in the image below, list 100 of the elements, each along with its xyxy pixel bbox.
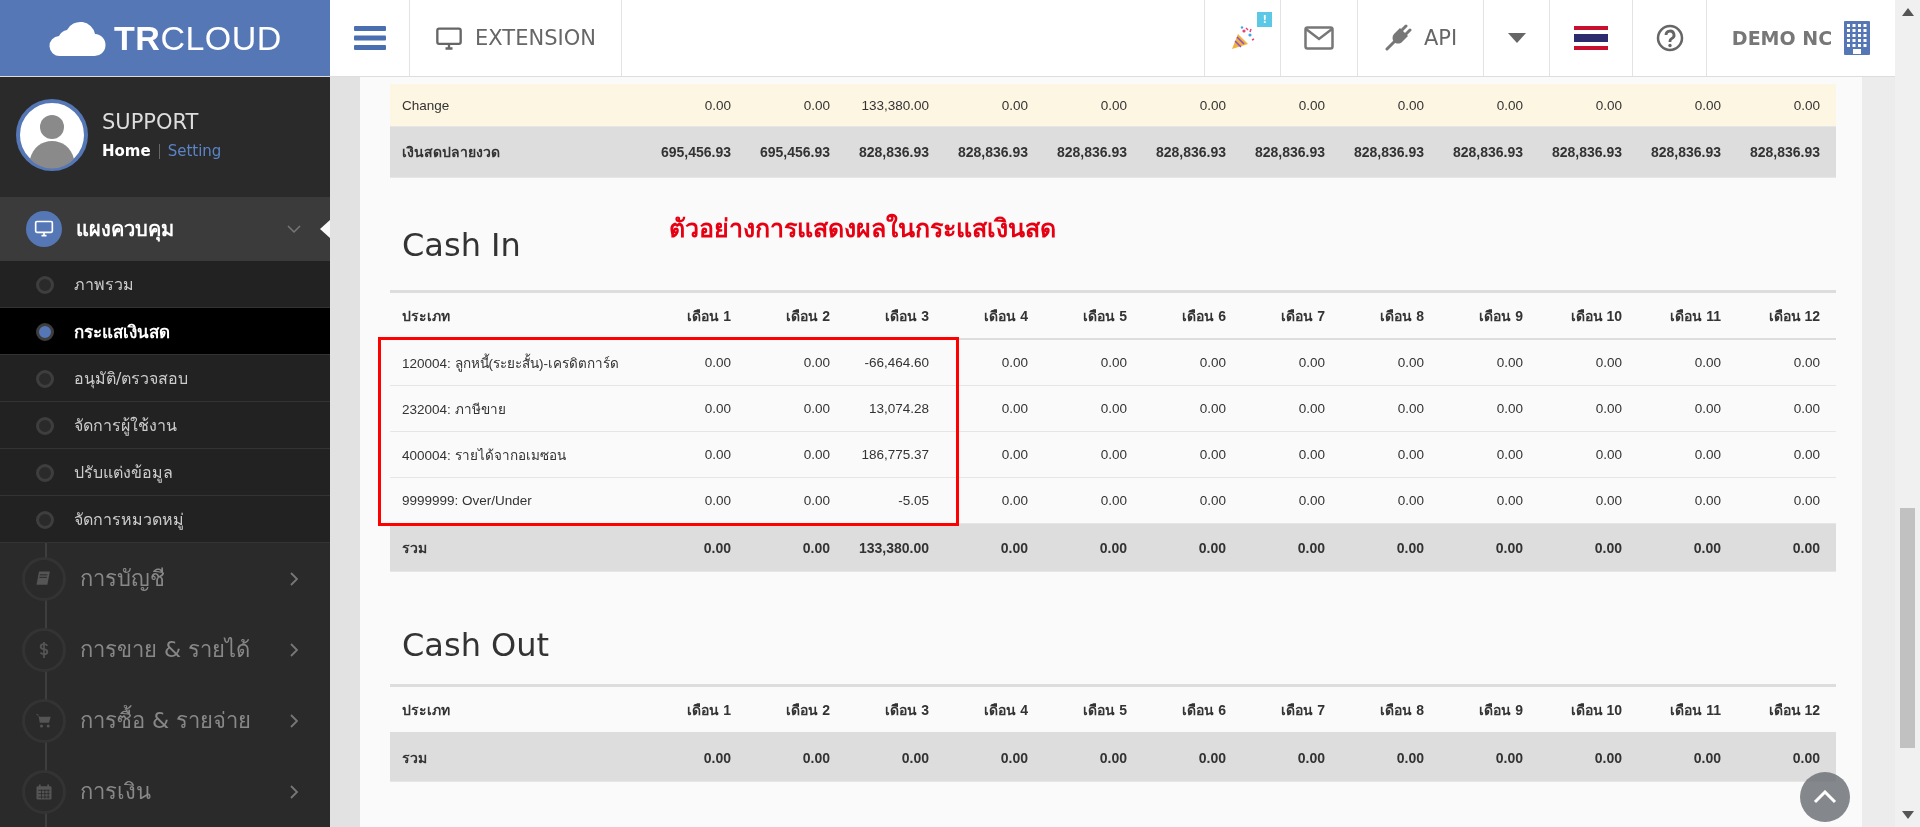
scrollbar[interactable] [1895, 0, 1920, 827]
table-cell: 0.00 [1044, 386, 1143, 432]
user-link[interactable]: Setting [167, 142, 222, 160]
total-cell: 0.00 [1242, 524, 1341, 572]
total-cell: 0.00 [1638, 524, 1737, 572]
column-header: เดือน 6 [1143, 290, 1242, 340]
summary-cell: 0.00 [1044, 84, 1143, 127]
table-cell: 0.00 [747, 386, 846, 432]
total-cell: 0.00 [1440, 734, 1539, 782]
sidebar-group[interactable]: การซื้อ & รายจ่าย [0, 685, 330, 756]
table-cell: 0.00 [1539, 386, 1638, 432]
company-name[interactable]: DEMO NC [1731, 27, 1833, 49]
annotation-text: ตัวอย่างการแสดงผลในกระแสเงินสด [668, 212, 1056, 245]
table-cell: 0.00 [1638, 432, 1737, 478]
summary-cell: 695,456.93 [648, 127, 747, 178]
table-cell: 0.00 [648, 340, 747, 386]
sidebar-group[interactable]: แผงควบคุม [0, 197, 330, 261]
building-icon [1844, 21, 1871, 55]
sidebar-item[interactable]: อนุมัติ/ตรวจสอบ [0, 355, 330, 402]
summary-label: เงินสดปลายงวด [390, 127, 648, 178]
total-cell: 0.00 [1440, 524, 1539, 572]
column-header: เดือน 5 [1044, 290, 1143, 340]
sidebar-group[interactable]: การขาย & รายได้ [0, 614, 330, 685]
table-cell: 0.00 [1341, 340, 1440, 386]
user-link[interactable]: Home [102, 142, 151, 160]
total-cell: 0.00 [648, 524, 747, 572]
table-cell: 0.00 [747, 432, 846, 478]
summary-cell: 0.00 [1737, 84, 1836, 127]
total-cell: 0.00 [945, 524, 1044, 572]
table-cell: 0.00 [1242, 386, 1341, 432]
total-cell: 0.00 [747, 524, 846, 572]
timeline-dot-icon [36, 276, 54, 294]
summary-cell: 0.00 [747, 84, 846, 127]
table-cell: 0.00 [1638, 386, 1737, 432]
flag-icon[interactable] [1574, 26, 1608, 50]
column-header: ประเภท [390, 290, 648, 340]
summary-cell: 828,836.93 [846, 127, 945, 178]
summary-cell: 828,836.93 [945, 127, 1044, 178]
table-cell: 0.00 [1440, 340, 1539, 386]
total-cell: 133,380.00 [846, 524, 945, 572]
sidebar-item[interactable]: ปรับแต่งข้อมูล [0, 449, 330, 496]
timeline-dot-icon [36, 464, 54, 482]
sidebar-item[interactable]: จัดการหมวดหมู่ [0, 496, 330, 543]
summary-cell: 828,836.93 [1737, 127, 1836, 178]
column-header: เดือน 2 [747, 290, 846, 340]
scroll-up-icon[interactable] [1901, 8, 1914, 16]
total-cell: 0.00 [945, 734, 1044, 782]
avatar-icon [16, 99, 88, 171]
column-header: เดือน 3 [846, 290, 945, 340]
total-cell: 0.00 [1143, 524, 1242, 572]
column-header: เดือน 8 [1341, 290, 1440, 340]
sidebar-item[interactable]: ภาพรวม [0, 261, 330, 308]
table-cell: 0.00 [1737, 340, 1836, 386]
mail-icon[interactable] [1304, 26, 1334, 50]
table-cell: 0.00 [1044, 432, 1143, 478]
table-cell: 0.00 [1242, 340, 1341, 386]
sidebar-group[interactable]: การบัญชี [0, 543, 330, 614]
total-cell: 0.00 [1539, 734, 1638, 782]
table-cell: 0.00 [1242, 432, 1341, 478]
summary-cell: 0.00 [1242, 84, 1341, 127]
total-cell: 0.00 [1341, 524, 1440, 572]
table-cell: 13,074.28 [846, 386, 945, 432]
total-cell: 0.00 [1539, 524, 1638, 572]
scroll-down-icon[interactable] [1901, 811, 1914, 819]
plug-icon [1383, 24, 1412, 52]
table-cell: 186,775.37 [846, 432, 945, 478]
timeline-dot-icon [36, 370, 54, 388]
menu-icon [353, 25, 386, 51]
total-cell: 0.00 [1737, 524, 1836, 572]
summary-cell: 828,836.93 [1242, 127, 1341, 178]
chevron-up-icon [1813, 790, 1837, 804]
total-cell: 0.00 [1737, 734, 1836, 782]
help-icon[interactable] [1655, 24, 1684, 52]
table-cell: 0.00 [1143, 340, 1242, 386]
extension-link[interactable]: EXTENSION [475, 26, 596, 50]
section-title: Cash In [402, 226, 521, 264]
summary-cell: 828,836.93 [1341, 127, 1440, 178]
caret-icon[interactable] [1507, 33, 1526, 43]
table-cell: 0.00 [747, 340, 846, 386]
sidebar-item[interactable]: กระแสเงินสด [0, 308, 330, 355]
sidebar-item[interactable]: จัดการผู้ใช้งาน [0, 402, 330, 449]
scroll-thumb[interactable] [1900, 508, 1915, 748]
total-label: รวม [390, 734, 648, 782]
table-label: 9999999: Over/Under [390, 478, 648, 524]
table-label: 120004: ลูกหนี้(ระยะสั้น)-เครดิตการ์ด [390, 340, 648, 386]
timeline-dot-icon [36, 511, 54, 529]
summary-cell: 695,456.93 [747, 127, 846, 178]
table-cell: -5.05 [846, 478, 945, 524]
summary-cell: 828,836.93 [1638, 127, 1737, 178]
timeline-dot-icon [36, 323, 54, 341]
summary-cell: 828,836.93 [1143, 127, 1242, 178]
table-cell: 0.00 [1341, 432, 1440, 478]
table-cell: 0.00 [648, 478, 747, 524]
summary-cell: 133,380.00 [846, 84, 945, 127]
table-cell: 0.00 [1044, 340, 1143, 386]
sidebar-group[interactable]: การเงิน [0, 756, 330, 827]
table-cell: 0.00 [1440, 432, 1539, 478]
party-popper-icon[interactable] [1229, 25, 1256, 51]
api-link[interactable]: API [1423, 26, 1458, 50]
timeline-dot-icon [36, 417, 54, 435]
